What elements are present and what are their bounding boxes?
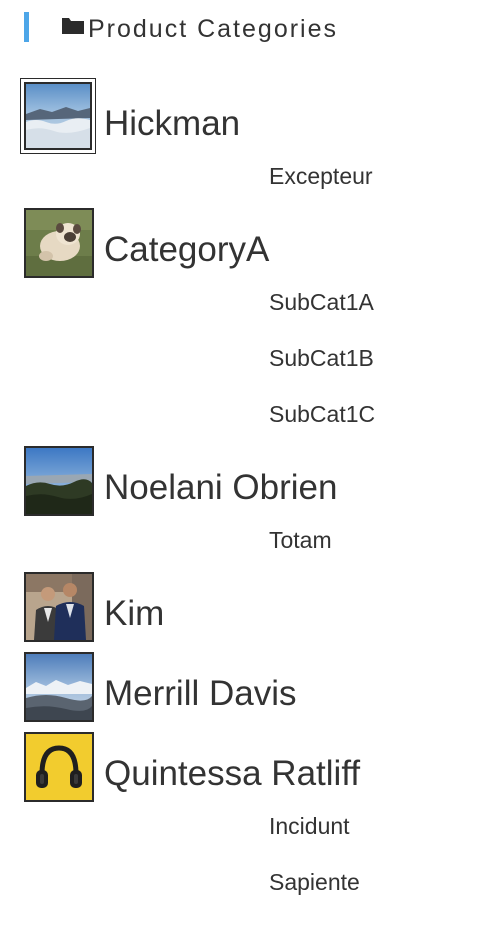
category-thumbnail-merrill-davis[interactable]	[24, 652, 94, 722]
category-thumbnail-quintessa-ratliff[interactable]	[24, 732, 94, 802]
subcategory-link[interactable]: SubCat1C	[269, 400, 375, 428]
category-name[interactable]: CategoryA	[104, 230, 269, 270]
category-thumbnail-kim[interactable]	[24, 572, 94, 642]
category-thumbnail-categorya[interactable]	[24, 208, 94, 278]
category-name[interactable]: Kim	[104, 594, 164, 634]
category-name[interactable]: Noelani Obrien	[104, 468, 337, 508]
accent-bar	[24, 12, 29, 42]
subcategory-link[interactable]: Totam	[269, 526, 332, 554]
subcategory-link[interactable]: SubCat1B	[269, 344, 374, 372]
category-name[interactable]: Quintessa Ratliff	[104, 754, 360, 794]
section-title: Product Categories	[88, 15, 339, 43]
category-thumbnail-noelani-obrien[interactable]	[24, 446, 94, 516]
subcategory-link[interactable]: Sapiente	[269, 868, 360, 896]
category-name[interactable]: Hickman	[104, 104, 240, 144]
subcategory-link[interactable]: Excepteur	[269, 162, 373, 190]
section-header: Product Categories	[0, 0, 496, 56]
category-name[interactable]: Merrill Davis	[104, 674, 297, 714]
subcategory-link[interactable]: SubCat1A	[269, 288, 374, 316]
folder-icon	[62, 17, 84, 34]
category-thumbnail-hickman[interactable]	[24, 82, 92, 150]
subcategory-link[interactable]: Incidunt	[269, 812, 350, 840]
